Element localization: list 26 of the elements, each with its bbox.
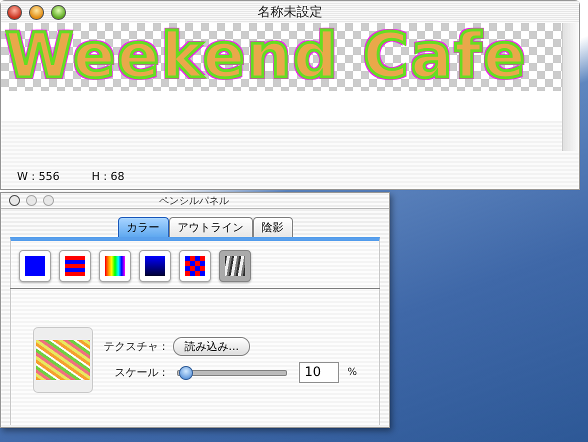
swatch-button[interactable] [99, 250, 131, 282]
status-text: W : 556 [17, 170, 60, 183]
tab[interactable]: カラー [118, 217, 168, 237]
swatch-button[interactable] [59, 250, 91, 282]
swatch-button[interactable] [19, 250, 51, 282]
swatch-button[interactable] [219, 250, 251, 282]
load-button[interactable]: 読み込み... [173, 337, 250, 356]
tab[interactable]: 陰影 [252, 217, 292, 237]
swatch-button[interactable] [179, 250, 211, 282]
window-title: 名称未設定 [258, 4, 322, 21]
texture-preview [33, 327, 94, 393]
scroll-bar[interactable] [562, 23, 579, 151]
close-button[interactable] [9, 195, 20, 206]
close-button[interactable] [7, 4, 22, 20]
unit-label: % [347, 367, 357, 378]
texture-label: テクスチャ : [102, 339, 166, 354]
tab[interactable]: アウトライン [168, 217, 252, 237]
canvas-text: Weekend Cafe [4, 23, 528, 89]
scale-label: スケール : [113, 365, 166, 380]
minimize-button[interactable] [29, 4, 44, 20]
swatch-button[interactable] [139, 250, 171, 282]
window-title: ペンシルパネル [159, 194, 229, 208]
slider-thumb[interactable] [178, 366, 193, 380]
scale-field[interactable]: 10 [299, 362, 340, 383]
zoom-button[interactable] [51, 4, 66, 20]
status-text: H : 68 [92, 170, 125, 183]
